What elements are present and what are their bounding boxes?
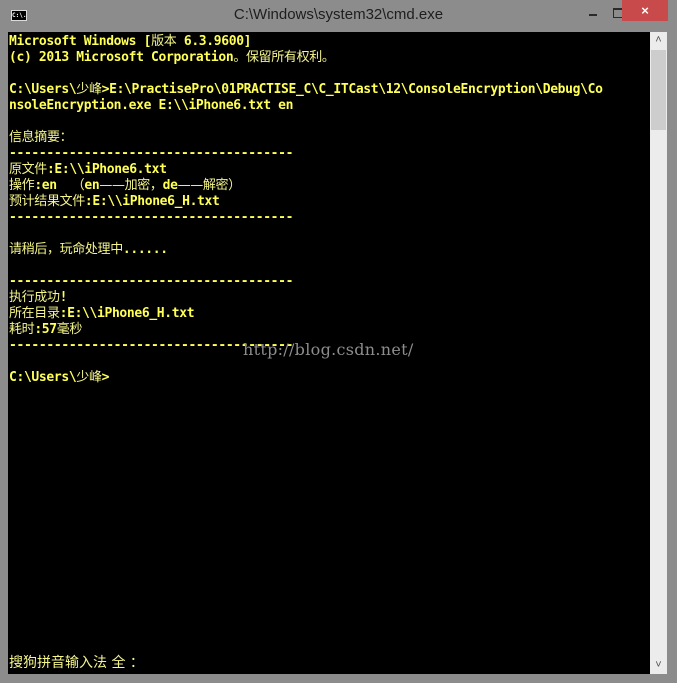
console-line: 信息摘要： xyxy=(9,130,73,145)
scroll-thumb[interactable] xyxy=(651,50,666,130)
console-line: 耗时:57毫秒 xyxy=(9,322,83,337)
console-line: 所在目录:E:\\iPhone6_H.txt xyxy=(9,306,195,321)
console-output[interactable]: Microsoft Windows [版本 6.3.9600] (c) 2013 … xyxy=(8,32,650,674)
console-line: -------------------------------------- xyxy=(9,274,294,289)
console-line: -------------------------------------- xyxy=(9,210,294,225)
scroll-down-button[interactable]: ˅ xyxy=(650,657,667,674)
vertical-scrollbar[interactable]: ˄ ˅ xyxy=(650,32,667,674)
close-icon: × xyxy=(641,3,649,18)
minimize-button[interactable] xyxy=(580,2,606,22)
window-title: C:\Windows\system32\cmd.exe xyxy=(233,6,444,23)
console-line: C:\Users\少峰>E:\PractisePro\01PRACTISE_C\… xyxy=(9,82,603,97)
console-line: -------------------------------------- xyxy=(9,146,294,161)
cmd-window: C:\. C:\Windows\system32\cmd.exe × Micro… xyxy=(0,0,677,683)
console-line: 预计结果文件:E:\\iPhone6_H.txt xyxy=(9,194,220,209)
console-line: Microsoft Windows [版本 6.3.9600] xyxy=(9,34,252,49)
console-line: (c) 2013 Microsoft Corporation。保留所有权利。 xyxy=(9,50,335,65)
console-line: nsoleEncryption.exe E:\\iPhone6.txt en xyxy=(9,98,294,113)
chevron-up-icon: ˄ xyxy=(655,34,662,46)
console-line: 原文件:E:\\iPhone6.txt xyxy=(9,162,167,177)
title-bar[interactable]: C:\. C:\Windows\system32\cmd.exe × xyxy=(0,0,677,32)
console-line: 操作:en （en——加密，de——解密） xyxy=(9,178,241,193)
ime-status: 搜狗拼音输入法 全 ： xyxy=(9,655,144,671)
chevron-down-icon: ˅ xyxy=(655,659,662,671)
watermark: http://blog.csdn.net/ xyxy=(243,340,414,359)
console-line: 执行成功! xyxy=(9,290,68,305)
console-line: C:\Users\少峰> xyxy=(9,370,110,385)
console-line: 请稍后，玩命处理中...... xyxy=(9,242,168,257)
scroll-up-button[interactable]: ˄ xyxy=(650,32,667,49)
close-button[interactable]: × xyxy=(622,0,668,21)
